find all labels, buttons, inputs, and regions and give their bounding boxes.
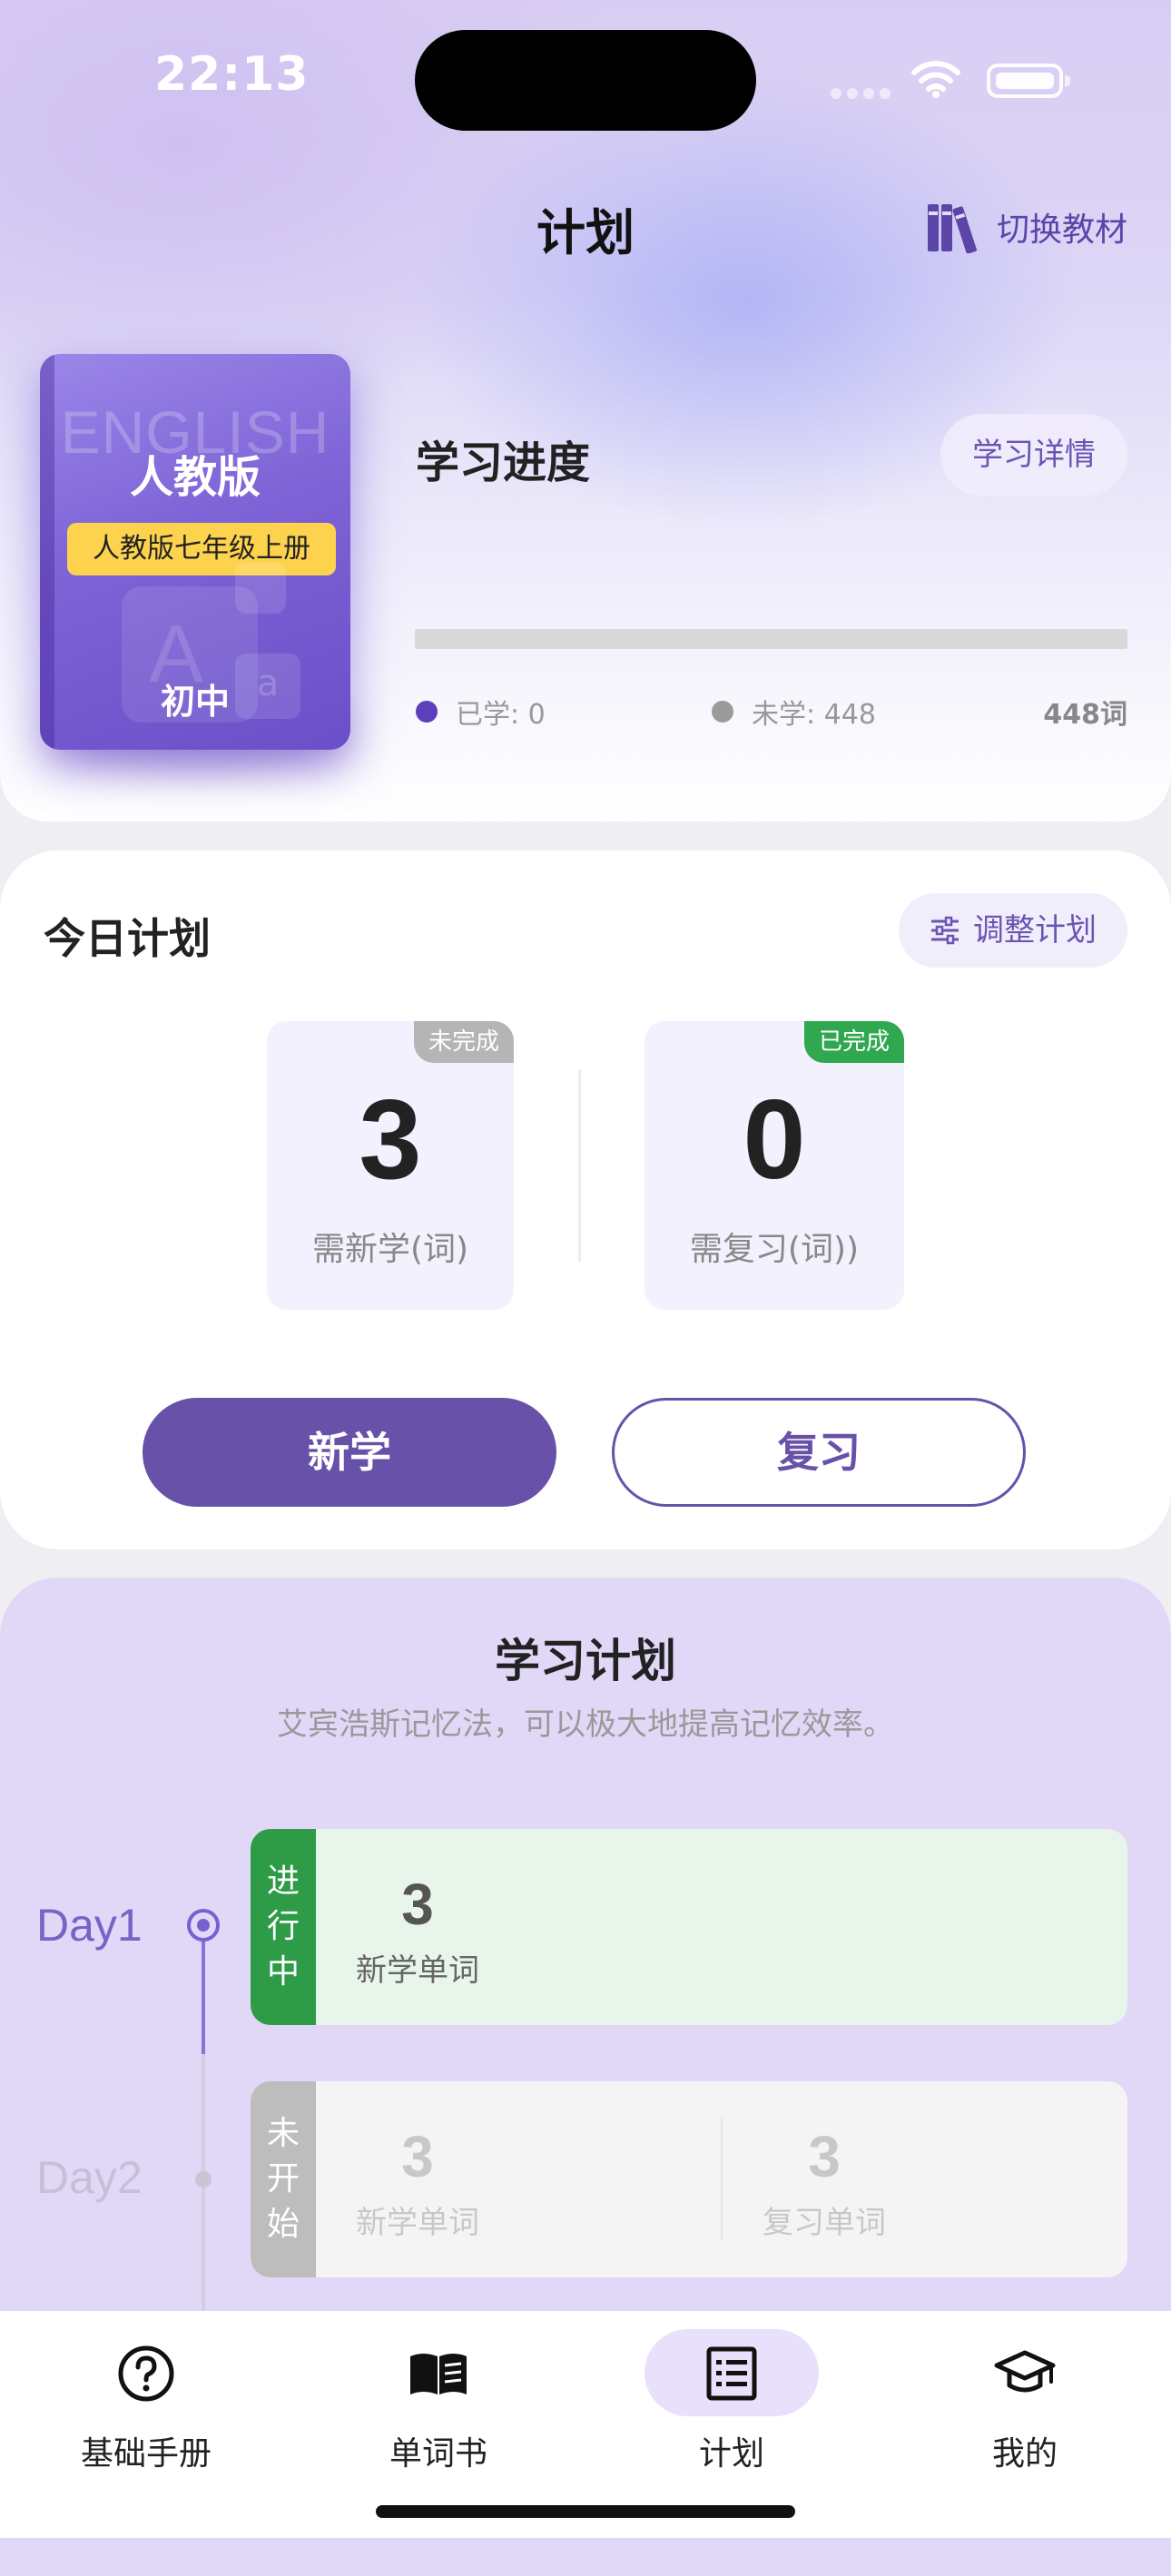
battery-icon xyxy=(987,64,1070,98)
list-icon xyxy=(706,2346,757,2401)
adjust-plan-button[interactable]: 调整计划 xyxy=(899,893,1127,968)
status-char: 行 xyxy=(266,1908,300,1945)
day-label: Day1 xyxy=(36,1900,143,1951)
books-icon xyxy=(928,204,977,253)
start-review-button[interactable]: 复习 xyxy=(612,1398,1026,1507)
textbook-cover[interactable]: ENGLISH 人教版 人教版七年级上册 A a 初中 xyxy=(40,354,350,750)
day-review-label: 复习单词 xyxy=(763,2205,886,2241)
signal-icon xyxy=(831,85,901,99)
stat-divider xyxy=(578,1069,581,1262)
status-badge: 已完成 xyxy=(803,1021,904,1063)
adjust-plan-label: 调整计划 xyxy=(973,912,1097,949)
review-words-label: 需复习(词)) xyxy=(689,1231,860,1268)
dynamic-island xyxy=(415,30,756,131)
status-badge: 未完成 xyxy=(413,1021,514,1063)
timeline-line xyxy=(202,1942,205,2054)
tab-profile[interactable]: 我的 xyxy=(934,2329,1116,2502)
unlearned-legend: 未学: 448 xyxy=(712,692,876,732)
timeline-dot-icon xyxy=(195,2171,212,2188)
learned-count: 已学: 0 xyxy=(456,699,546,731)
total-words: 448词 xyxy=(1043,699,1127,731)
study-plan-subtitle: 艾宾浩斯记忆法，可以极大地提高记忆效率。 xyxy=(277,1706,894,1743)
day-new-label: 新学单词 xyxy=(356,2205,479,2241)
home-indicator xyxy=(376,2505,795,2518)
book-decoration-square xyxy=(235,563,286,614)
day-new-words: 3 新学单词 xyxy=(316,1829,519,2025)
book-edition: 人教版 xyxy=(129,452,261,503)
new-words-label: 需新学(词) xyxy=(311,1231,469,1268)
unlearned-dot-icon xyxy=(712,701,733,723)
day-new-count: 3 xyxy=(401,1872,434,1937)
day-2-row[interactable]: 未 开 始 3 新学单词 3 复习单词 xyxy=(251,2081,1127,2277)
start-new-button[interactable]: 新学 xyxy=(143,1398,556,1507)
progress-title: 学习进度 xyxy=(416,438,591,488)
status-char: 开 xyxy=(266,2160,300,2197)
day-review-words: 3 复习单词 xyxy=(723,2081,926,2277)
new-words-stat: 未完成 3 需新学(词) xyxy=(267,1021,514,1310)
switch-textbook-label: 切换教材 xyxy=(997,211,1128,249)
status-char: 未 xyxy=(266,2115,300,2152)
progress-bar xyxy=(415,629,1127,649)
tab-label: 基础手册 xyxy=(80,2435,212,2473)
graduation-cap-icon xyxy=(994,2350,1056,2393)
day-new-count: 3 xyxy=(401,2124,434,2189)
today-plan-title: 今日计划 xyxy=(44,914,211,963)
review-words-stat: 已完成 0 需复习(词)) xyxy=(645,1021,904,1310)
wifi-icon xyxy=(911,61,960,98)
switch-textbook-button[interactable]: 切换教材 xyxy=(926,198,1127,256)
sliders-icon xyxy=(931,916,959,945)
tab-plan[interactable]: 计划 xyxy=(641,2329,822,2502)
status-char: 进 xyxy=(266,1863,300,1900)
learned-legend: 已学: 0 xyxy=(416,692,546,732)
day-status-in-progress: 进 行 中 xyxy=(251,1829,316,2025)
day-label: Day2 xyxy=(36,2152,143,2203)
learned-dot-icon xyxy=(416,701,438,723)
status-time: 22:13 xyxy=(154,47,310,102)
open-book-icon xyxy=(410,2354,467,2394)
review-words-count: 0 xyxy=(743,1077,806,1203)
unlearned-count: 未学: 448 xyxy=(752,699,876,731)
status-char: 始 xyxy=(266,2206,300,2243)
study-details-button[interactable]: 学习详情 xyxy=(940,414,1127,496)
new-words-count: 3 xyxy=(359,1077,422,1203)
day-new-label: 新学单词 xyxy=(356,1952,479,1989)
tab-label: 单词书 xyxy=(389,2435,487,2473)
day-review-count: 3 xyxy=(808,2124,841,2189)
study-plan-title: 学习计划 xyxy=(495,1635,676,1687)
tab-wordbook[interactable]: 单词书 xyxy=(348,2329,529,2502)
question-circle-icon xyxy=(118,2345,174,2402)
day-1-row[interactable]: 进 行 中 3 新学单词 xyxy=(251,1829,1127,2025)
tab-label: 计划 xyxy=(698,2435,764,2473)
day-new-words: 3 新学单词 xyxy=(316,2081,519,2277)
day-status-not-started: 未 开 始 xyxy=(251,2081,316,2277)
book-volume-tag: 人教版七年级上册 xyxy=(67,523,336,575)
book-level: 初中 xyxy=(160,682,230,722)
timeline-current-icon xyxy=(187,1909,220,1942)
tab-handbook[interactable]: 基础手册 xyxy=(55,2329,237,2502)
tab-label: 我的 xyxy=(991,2435,1058,2473)
status-char: 中 xyxy=(266,1953,300,1991)
